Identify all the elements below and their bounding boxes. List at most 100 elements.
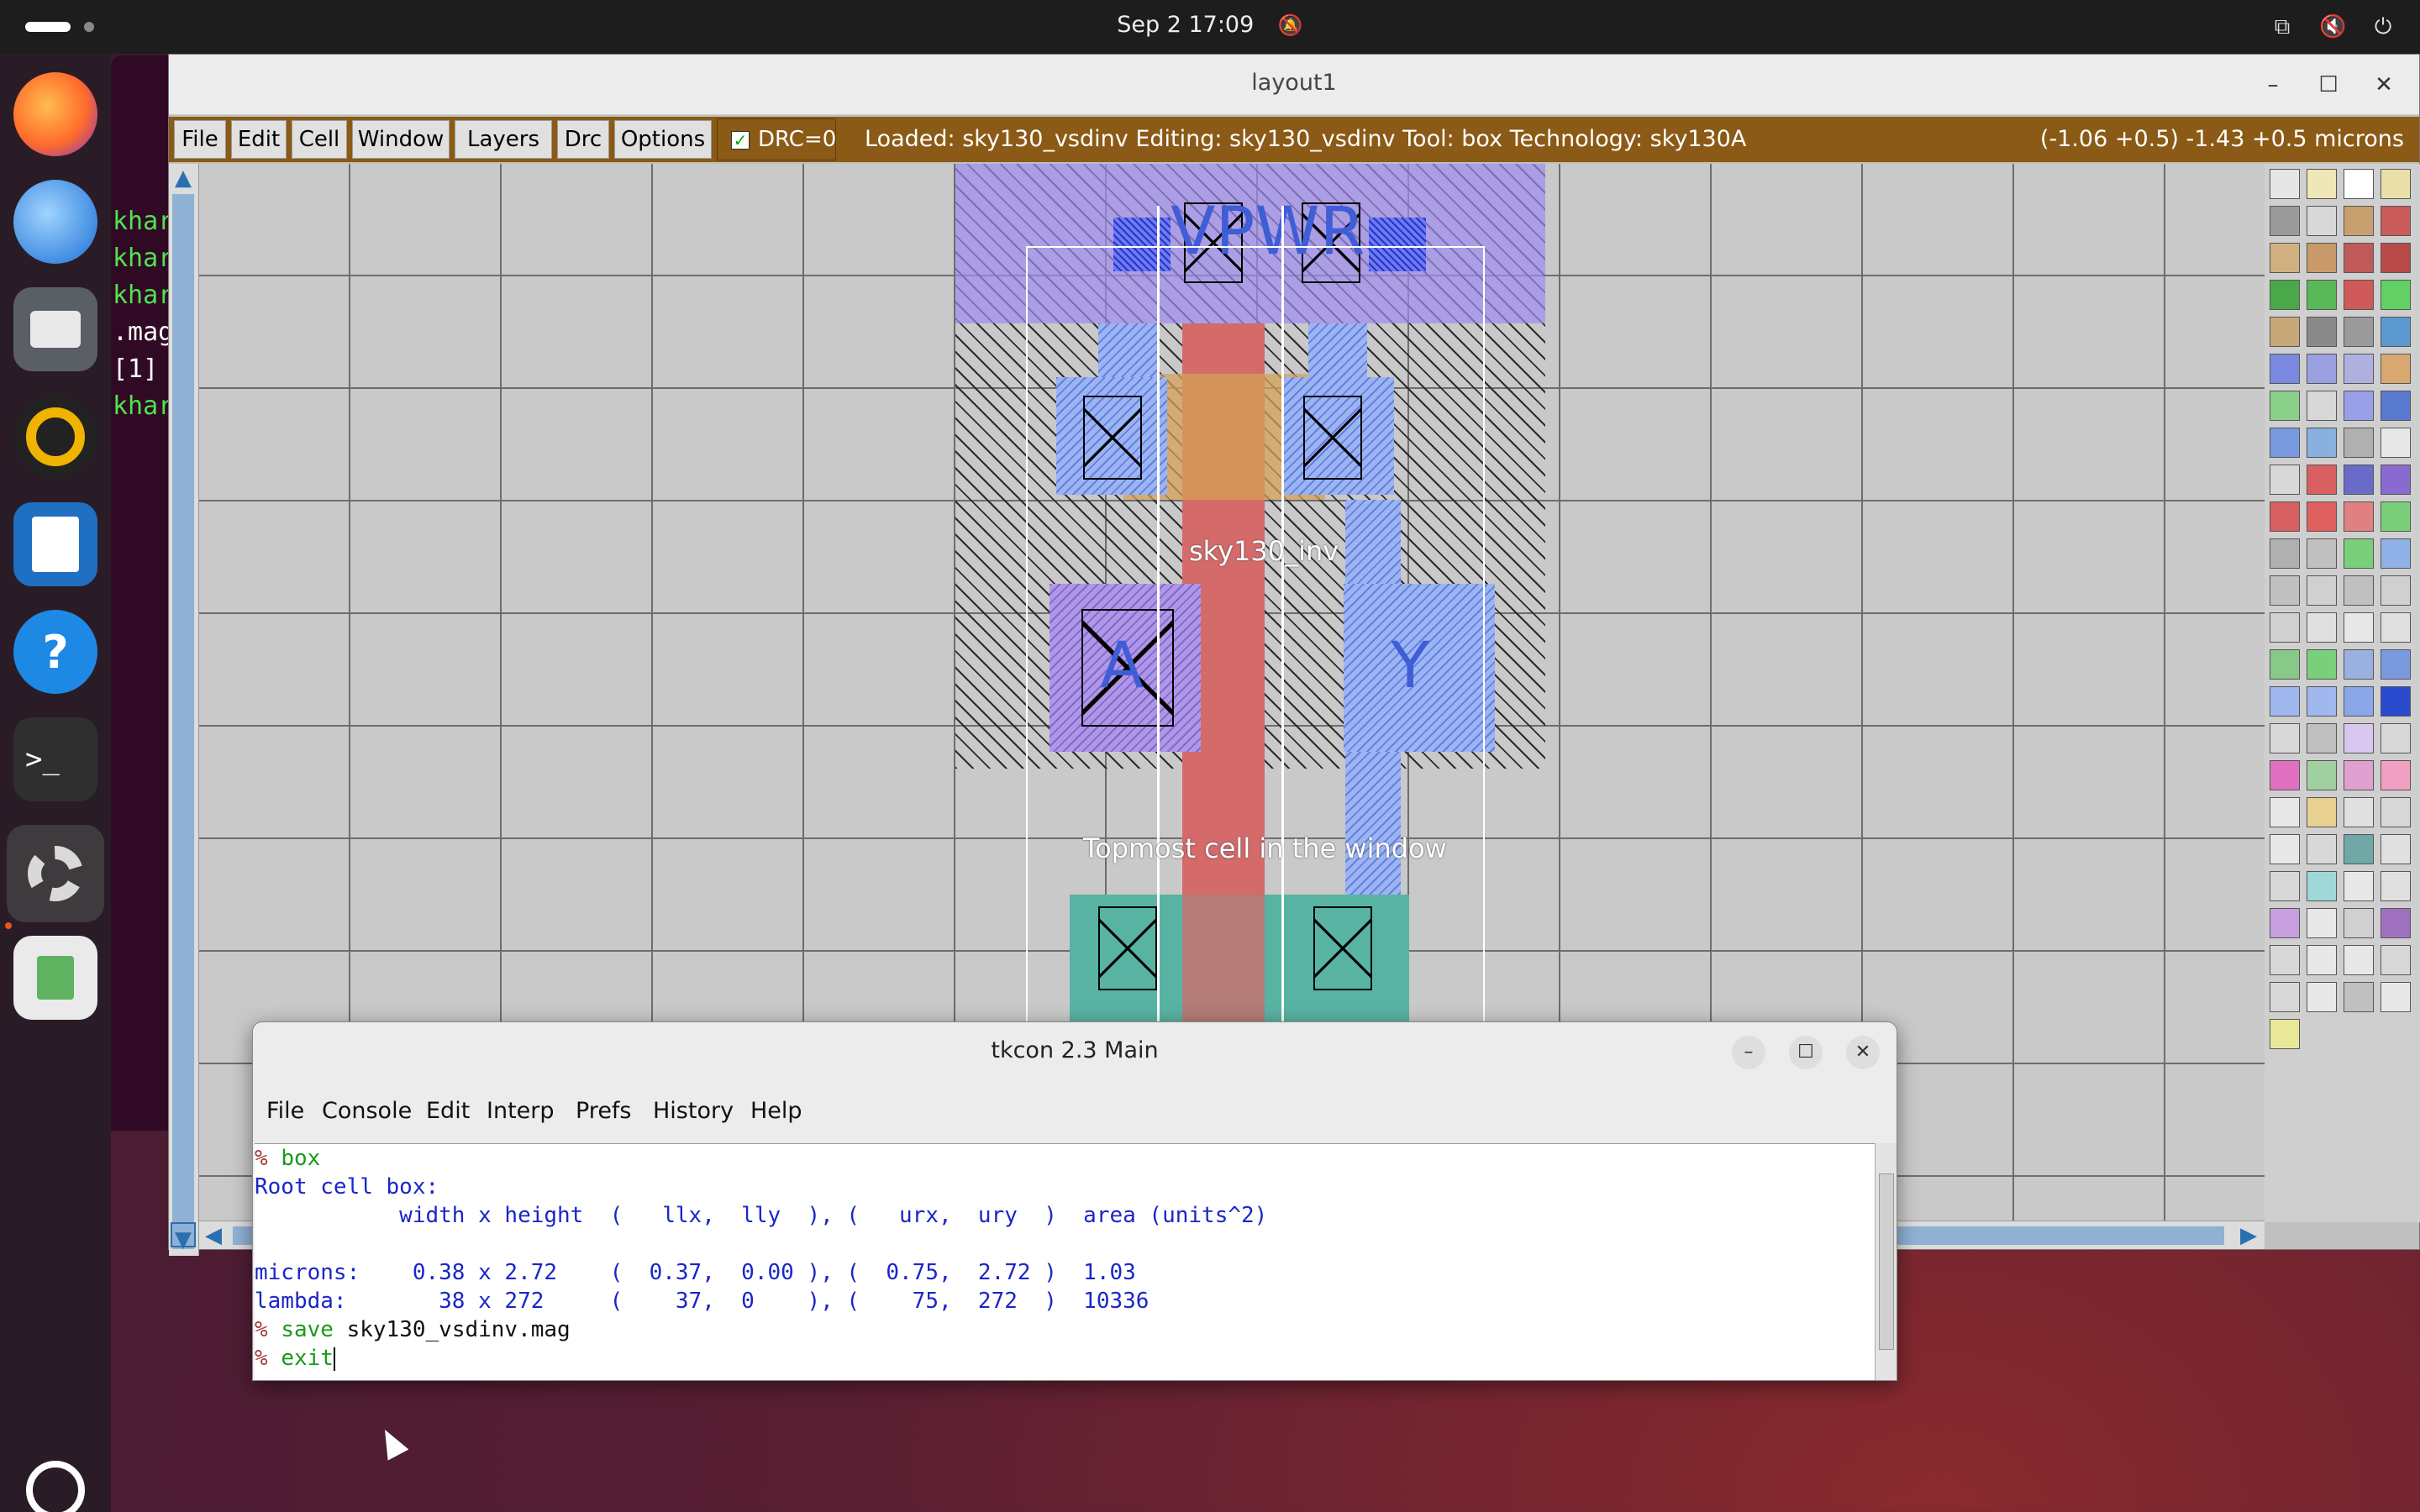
layer-swatch[interactable] xyxy=(2270,465,2300,495)
layer-swatch[interactable] xyxy=(2307,428,2337,458)
layer-swatch[interactable] xyxy=(2270,280,2300,310)
layer-swatch[interactable] xyxy=(2344,169,2374,199)
layer-swatch[interactable] xyxy=(2307,538,2337,569)
layer-swatch[interactable] xyxy=(2307,612,2337,643)
menu-console[interactable]: Console xyxy=(322,1098,412,1124)
window-titlebar[interactable]: tkcon 2.3 Main – ☐ ✕ xyxy=(253,1022,1897,1081)
layer-swatch[interactable] xyxy=(2307,169,2337,199)
layer-swatch[interactable] xyxy=(2381,206,2411,236)
scroll-right-icon[interactable]: ▶ xyxy=(2236,1223,2261,1248)
show-apps-icon[interactable] xyxy=(13,1448,97,1512)
menu-file[interactable]: File xyxy=(174,120,226,159)
layer-swatch[interactable] xyxy=(2270,206,2300,236)
layer-swatch[interactable] xyxy=(2344,686,2374,717)
layer-swatch[interactable] xyxy=(2381,501,2411,532)
layer-swatch[interactable] xyxy=(2381,908,2411,938)
layer-swatch[interactable] xyxy=(2307,908,2337,938)
help-icon[interactable]: ? xyxy=(13,610,97,694)
scroll-thumb[interactable] xyxy=(1879,1173,1894,1350)
minimize-icon[interactable]: – xyxy=(2258,70,2288,100)
layer-swatch[interactable] xyxy=(2270,391,2300,421)
layer-swatch[interactable] xyxy=(2381,945,2411,975)
tkcon-window[interactable]: tkcon 2.3 Main – ☐ ✕ File Console Edit I… xyxy=(252,1021,1897,1381)
layer-swatch[interactable] xyxy=(2381,982,2411,1012)
layer-swatch[interactable] xyxy=(2270,575,2300,606)
scroll-thumb[interactable] xyxy=(172,194,194,1249)
firefox-icon[interactable] xyxy=(13,72,97,156)
menu-edit[interactable]: Edit xyxy=(231,120,287,159)
layer-swatch[interactable] xyxy=(2270,243,2300,273)
layer-swatch[interactable] xyxy=(2381,465,2411,495)
menu-cell[interactable]: Cell xyxy=(292,120,347,159)
layer-swatch[interactable] xyxy=(2307,243,2337,273)
layer-swatch[interactable] xyxy=(2307,391,2337,421)
thunderbird-icon[interactable] xyxy=(13,180,97,264)
layer-swatch[interactable] xyxy=(2307,797,2337,827)
layer-swatch[interactable] xyxy=(2344,945,2374,975)
menu-edit[interactable]: Edit xyxy=(426,1098,470,1124)
layer-swatch[interactable] xyxy=(2307,760,2337,790)
layer-swatch[interactable] xyxy=(2381,538,2411,569)
layer-swatch[interactable] xyxy=(2270,871,2300,901)
layer-swatch[interactable] xyxy=(2381,797,2411,827)
console-scrollbar[interactable] xyxy=(1875,1143,1897,1380)
layer-swatch[interactable] xyxy=(2270,317,2300,347)
layer-swatch[interactable] xyxy=(2344,612,2374,643)
console-output[interactable]: % box Root cell box: width x height ( llx… xyxy=(255,1143,1875,1380)
layer-swatch[interactable] xyxy=(2307,982,2337,1012)
layer-swatch[interactable] xyxy=(2344,391,2374,421)
rhythmbox-icon[interactable] xyxy=(13,395,97,479)
layer-swatch[interactable] xyxy=(2270,649,2300,680)
layer-swatch[interactable] xyxy=(2344,760,2374,790)
layer-swatch[interactable] xyxy=(2344,243,2374,273)
layer-swatch[interactable] xyxy=(2307,871,2337,901)
layer-swatch[interactable] xyxy=(2381,428,2411,458)
layer-swatch[interactable] xyxy=(2344,797,2374,827)
layer-swatch[interactable] xyxy=(2270,982,2300,1012)
menu-help[interactable]: Help xyxy=(750,1098,802,1124)
close-icon[interactable]: ✕ xyxy=(2369,70,2399,100)
scroll-up-icon[interactable]: ▲ xyxy=(171,165,196,191)
maximize-icon[interactable]: ☐ xyxy=(1789,1036,1823,1069)
layer-swatch[interactable] xyxy=(2307,206,2337,236)
drc-toggle[interactable]: ✓ DRC=0 xyxy=(717,118,836,160)
close-icon[interactable]: ✕ xyxy=(1846,1036,1880,1069)
layer-swatch[interactable] xyxy=(2344,206,2374,236)
maximize-icon[interactable]: ☐ xyxy=(2313,70,2344,100)
layer-swatch[interactable] xyxy=(2270,945,2300,975)
layer-swatch[interactable] xyxy=(2381,169,2411,199)
layer-swatch[interactable] xyxy=(2307,723,2337,753)
layer-swatch[interactable] xyxy=(2344,649,2374,680)
layer-swatch[interactable] xyxy=(2381,612,2411,643)
layer-swatch[interactable] xyxy=(2307,280,2337,310)
scroll-left-icon[interactable]: ◀ xyxy=(201,1223,226,1248)
volume-muted-icon[interactable]: 🔇 xyxy=(2319,13,2346,40)
layer-swatch[interactable] xyxy=(2270,169,2300,199)
menu-options[interactable]: Options xyxy=(614,120,712,159)
layer-swatch[interactable] xyxy=(2307,465,2337,495)
layer-swatch[interactable] xyxy=(2344,465,2374,495)
layer-swatch[interactable] xyxy=(2270,428,2300,458)
terminal-icon[interactable]: >_ xyxy=(13,717,97,801)
settings-icon[interactable] xyxy=(7,825,104,922)
layer-swatch[interactable] xyxy=(2270,797,2300,827)
menu-file[interactable]: File xyxy=(266,1098,304,1124)
network-icon[interactable]: ⧉ xyxy=(2269,13,2296,40)
menu-history[interactable]: History xyxy=(653,1098,734,1124)
layer-swatch[interactable] xyxy=(2307,501,2337,532)
layer-swatch[interactable] xyxy=(2344,501,2374,532)
layer-swatch[interactable] xyxy=(2344,317,2374,347)
layer-swatch[interactable] xyxy=(2381,760,2411,790)
menu-prefs[interactable]: Prefs xyxy=(576,1098,632,1124)
layer-swatch[interactable] xyxy=(2270,686,2300,717)
layer-swatch[interactable] xyxy=(2270,760,2300,790)
layer-swatch[interactable] xyxy=(2270,501,2300,532)
layer-swatch[interactable] xyxy=(2381,649,2411,680)
vertical-scrollbar[interactable]: ▲ ▼ xyxy=(169,164,199,1256)
menu-interp[interactable]: Interp xyxy=(487,1098,555,1124)
layer-swatch[interactable] xyxy=(2270,612,2300,643)
layer-swatch[interactable] xyxy=(2344,982,2374,1012)
layer-swatch[interactable] xyxy=(2307,834,2337,864)
layer-swatch[interactable] xyxy=(2270,834,2300,864)
layer-swatch[interactable] xyxy=(2270,538,2300,569)
